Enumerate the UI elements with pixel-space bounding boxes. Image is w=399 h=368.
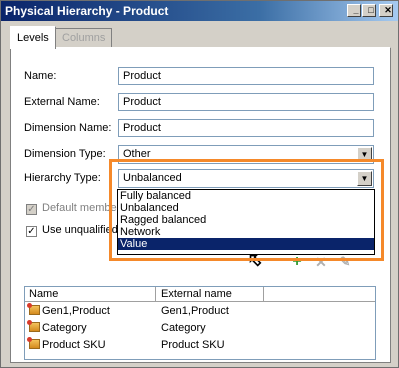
- column-header-external-name[interactable]: External name: [161, 288, 232, 300]
- level-icon: [27, 303, 40, 315]
- chevron-down-icon[interactable]: ▼: [357, 171, 372, 186]
- name-field[interactable]: Product: [118, 67, 374, 85]
- name-label: Name:: [24, 70, 57, 82]
- chevron-down-icon[interactable]: ▼: [357, 147, 372, 162]
- window-title: Physical Hierarchy - Product: [5, 4, 169, 18]
- default-member-checkbox[interactable]: ✓: [26, 204, 37, 215]
- default-member-label: Default member: [42, 202, 121, 214]
- title-bar: Physical Hierarchy - Product _ □ ✕: [1, 1, 398, 21]
- hierarchy-type-dropdown-list[interactable]: Fully balanced Unbalanced Ragged balance…: [117, 189, 375, 255]
- close-button[interactable]: ✕: [379, 4, 393, 17]
- delete-level-icon[interactable]: ✕: [313, 254, 329, 270]
- minimize-button[interactable]: _: [347, 4, 361, 17]
- option-fully-balanced[interactable]: Fully balanced: [118, 190, 374, 202]
- dimension-type-select[interactable]: Other ▼: [118, 145, 374, 164]
- external-name-field[interactable]: Product: [118, 93, 374, 111]
- levels-list[interactable]: Name External name Gen1,Product Gen1,Pro…: [24, 286, 376, 360]
- level-name: Category: [42, 322, 87, 334]
- hierarchy-type-select[interactable]: Unbalanced ▼: [118, 169, 374, 188]
- dimension-type-value: Other: [123, 148, 151, 160]
- mouse-cursor-icon: ⬉: [248, 252, 262, 269]
- option-network[interactable]: Network: [118, 226, 374, 238]
- level-name: Gen1,Product: [42, 305, 110, 317]
- physical-hierarchy-dialog: Physical Hierarchy - Product _ □ ✕ Level…: [0, 0, 399, 368]
- use-unqualified-checkbox[interactable]: ✓: [26, 226, 37, 237]
- option-value[interactable]: Value: [118, 238, 374, 250]
- list-item[interactable]: Gen1,Product Gen1,Product: [25, 303, 375, 319]
- tab-levels[interactable]: Levels: [10, 26, 56, 49]
- level-icon: [27, 320, 40, 332]
- edit-level-icon[interactable]: ✎: [337, 254, 353, 270]
- column-header-name[interactable]: Name: [29, 288, 58, 300]
- list-header: Name External name: [25, 287, 375, 302]
- maximize-button[interactable]: □: [362, 4, 376, 17]
- level-icon: [27, 337, 40, 349]
- list-item[interactable]: Category Category: [25, 320, 375, 336]
- dimension-name-field[interactable]: Product: [118, 119, 374, 137]
- level-external-name: Category: [161, 322, 206, 334]
- dimension-type-label: Dimension Type:: [24, 148, 106, 160]
- add-level-icon[interactable]: +: [289, 254, 305, 270]
- level-name: Product SKU: [42, 339, 106, 351]
- use-unqualified-label: Use unqualified: [42, 224, 118, 236]
- list-item[interactable]: Product SKU Product SKU: [25, 337, 375, 353]
- level-external-name: Gen1,Product: [161, 305, 229, 317]
- option-unbalanced[interactable]: Unbalanced: [118, 202, 374, 214]
- dimension-name-label: Dimension Name:: [24, 122, 112, 134]
- hierarchy-type-label: Hierarchy Type:: [24, 172, 101, 184]
- external-name-label: External Name:: [24, 96, 100, 108]
- hierarchy-type-value: Unbalanced: [123, 172, 182, 184]
- tab-columns[interactable]: Columns: [55, 28, 113, 48]
- option-ragged-balanced[interactable]: Ragged balanced: [118, 214, 374, 226]
- level-external-name: Product SKU: [161, 339, 225, 351]
